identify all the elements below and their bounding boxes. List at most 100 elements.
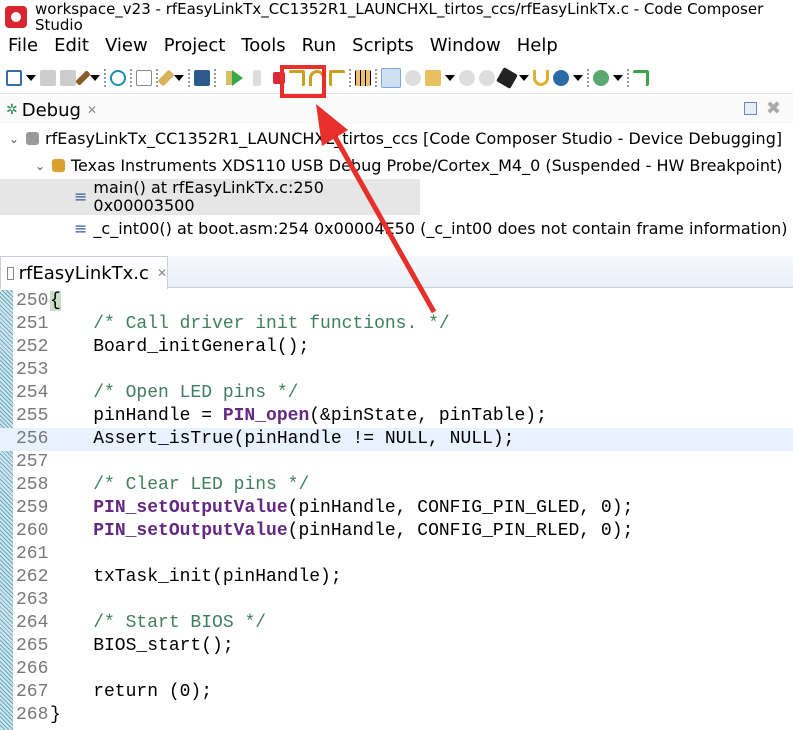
code-line: 250{ (0, 290, 793, 313)
chevron-down-icon[interactable]: ⌄ (32, 157, 48, 175)
separator (214, 68, 216, 87)
project-icon (26, 132, 39, 145)
step-return-icon[interactable] (329, 69, 345, 86)
separator (130, 68, 132, 87)
suspend-icon[interactable] (253, 69, 261, 86)
menu-file[interactable]: File (0, 35, 46, 62)
menu-project[interactable]: Project (156, 35, 234, 62)
menu-edit[interactable]: Edit (46, 35, 97, 62)
debug-view-tab[interactable]: ✲ Debug ✕ ✖ (0, 96, 793, 124)
debug-icon[interactable] (553, 69, 569, 86)
minimize-icon[interactable] (744, 102, 757, 115)
debug-tree-item[interactable]: ⌄ Texas Instruments XDS110 USB Debug Prob… (0, 152, 793, 179)
separator (104, 68, 106, 87)
chevron-down-icon[interactable] (90, 74, 100, 81)
reset-icon[interactable] (459, 69, 475, 86)
chevron-down-icon[interactable] (445, 74, 455, 81)
debug-connect-icon[interactable] (110, 69, 126, 86)
chevron-down-icon[interactable] (174, 74, 184, 81)
line-number: 252 (16, 337, 49, 357)
debug-tree-label: main() at rfEasyLinkTx.c:250 0x00003500 (93, 178, 324, 215)
menu-view[interactable]: View (97, 35, 156, 62)
grid-icon[interactable] (355, 69, 371, 86)
code-token: PIN_open (222, 406, 310, 426)
save-icon[interactable] (40, 69, 56, 86)
code-editor[interactable]: 250{251 /* Call driver init functions. *… (0, 290, 793, 730)
menu-help[interactable]: Help (509, 35, 566, 62)
line-number: 265 (16, 636, 49, 656)
line-number: 268 (16, 705, 49, 725)
debug-tree-item[interactable]: ≡ main() at rfEasyLinkTx.c:250 0x00003500 (0, 179, 420, 215)
assembly-step-icon[interactable] (633, 69, 649, 86)
close-icon[interactable]: ✕ (157, 266, 167, 280)
menu-scripts[interactable]: Scripts (344, 35, 422, 62)
line-number: 262 (16, 567, 49, 587)
code-line: 265 BIOS_start(); (0, 635, 793, 658)
load-icon[interactable] (425, 69, 441, 86)
chevron-down-icon[interactable] (573, 74, 583, 81)
resume-highlight-box (280, 65, 326, 98)
separator (188, 68, 190, 87)
restart-icon[interactable] (479, 69, 495, 86)
memory-icon[interactable] (381, 67, 401, 88)
code-token: /* Call driver init functions. */ (93, 314, 450, 334)
save-all-icon[interactable] (60, 69, 76, 86)
code-line: 262 txTask_init(pinHandle); (0, 566, 793, 589)
menu-run[interactable]: Run (294, 35, 345, 62)
line-number: 250 (16, 291, 49, 311)
code-token: pinHandle = (50, 406, 223, 426)
code-token: Board_initGeneral(); (50, 337, 310, 357)
registers-icon[interactable] (136, 69, 152, 86)
code-line: 254 /* Open LED pins */ (0, 382, 793, 405)
code-token: PIN_setOutputValue (93, 521, 288, 541)
chevron-down-icon[interactable] (519, 74, 529, 81)
line-number: 266 (16, 659, 49, 679)
chevron-down-icon[interactable]: ⌄ (6, 130, 22, 148)
toolbar (0, 62, 793, 94)
window-title: workspace_v23 - rfEasyLinkTx_CC1352R1_LA… (35, 0, 764, 34)
editor-tab-bar: rfEasyLinkTx.c ✕ (0, 256, 793, 289)
line-number: 251 (16, 314, 49, 334)
line-number: 260 (16, 521, 49, 541)
terminal-icon[interactable] (194, 69, 210, 86)
code-line: 251 /* Call driver init functions. */ (0, 313, 793, 336)
c-file-icon (7, 266, 14, 280)
chevron-down-icon[interactable] (613, 74, 623, 81)
separator (349, 68, 351, 87)
editor-tab-rfeasylinktx[interactable]: rfEasyLinkTx.c ✕ (0, 256, 168, 289)
code-token: } (50, 705, 61, 725)
debug-tree-label: _c_int00() at boot.asm:254 0x00004E50 (_… (93, 218, 788, 238)
chip-icon[interactable] (496, 66, 518, 89)
line-number: 253 (16, 360, 49, 380)
ccs-logo-icon (5, 6, 27, 28)
debug-tree-label: rfEasyLinkTx_CC1352R1_LAUNCHXL_tirtos_cc… (45, 128, 783, 148)
resume-icon[interactable] (226, 69, 243, 86)
bug-icon[interactable] (593, 69, 609, 86)
code-token: /* Open LED pins */ (93, 383, 299, 403)
code-line: 268} (0, 704, 793, 727)
line-number: 254 (16, 383, 49, 403)
code-token: BIOS_start(); (50, 636, 234, 656)
breakpoint-icon[interactable] (405, 69, 421, 86)
run-icon[interactable] (533, 69, 549, 86)
debug-tree: ⌄ rfEasyLinkTx_CC1352R1_LAUNCHXL_tirtos_c… (0, 125, 793, 242)
separator (156, 68, 158, 87)
line-number: 267 (16, 682, 49, 702)
menu-window[interactable]: Window (422, 35, 509, 62)
close-icon[interactable]: ✕ (87, 103, 97, 117)
chevron-down-icon[interactable] (26, 74, 36, 81)
remove-all-terminated-icon[interactable]: ✖ (766, 98, 781, 119)
code-line: 260 PIN_setOutputValue(pinHandle, CONFIG… (0, 520, 793, 543)
debug-tree-item[interactable]: ≡ _c_int00() at boot.asm:254 0x00004E50 (… (0, 215, 793, 242)
debug-tree-label: Texas Instruments XDS110 USB Debug Probe… (71, 155, 783, 175)
new-icon[interactable] (6, 69, 22, 86)
probe-icon (52, 159, 65, 172)
debug-tree-item[interactable]: ⌄ rfEasyLinkTx_CC1352R1_LAUNCHXL_tirtos_c… (0, 125, 793, 152)
build-icon[interactable] (75, 69, 91, 86)
flash-icon[interactable] (157, 69, 175, 86)
code-token: { (50, 291, 61, 311)
menu-tools[interactable]: Tools (233, 35, 293, 62)
